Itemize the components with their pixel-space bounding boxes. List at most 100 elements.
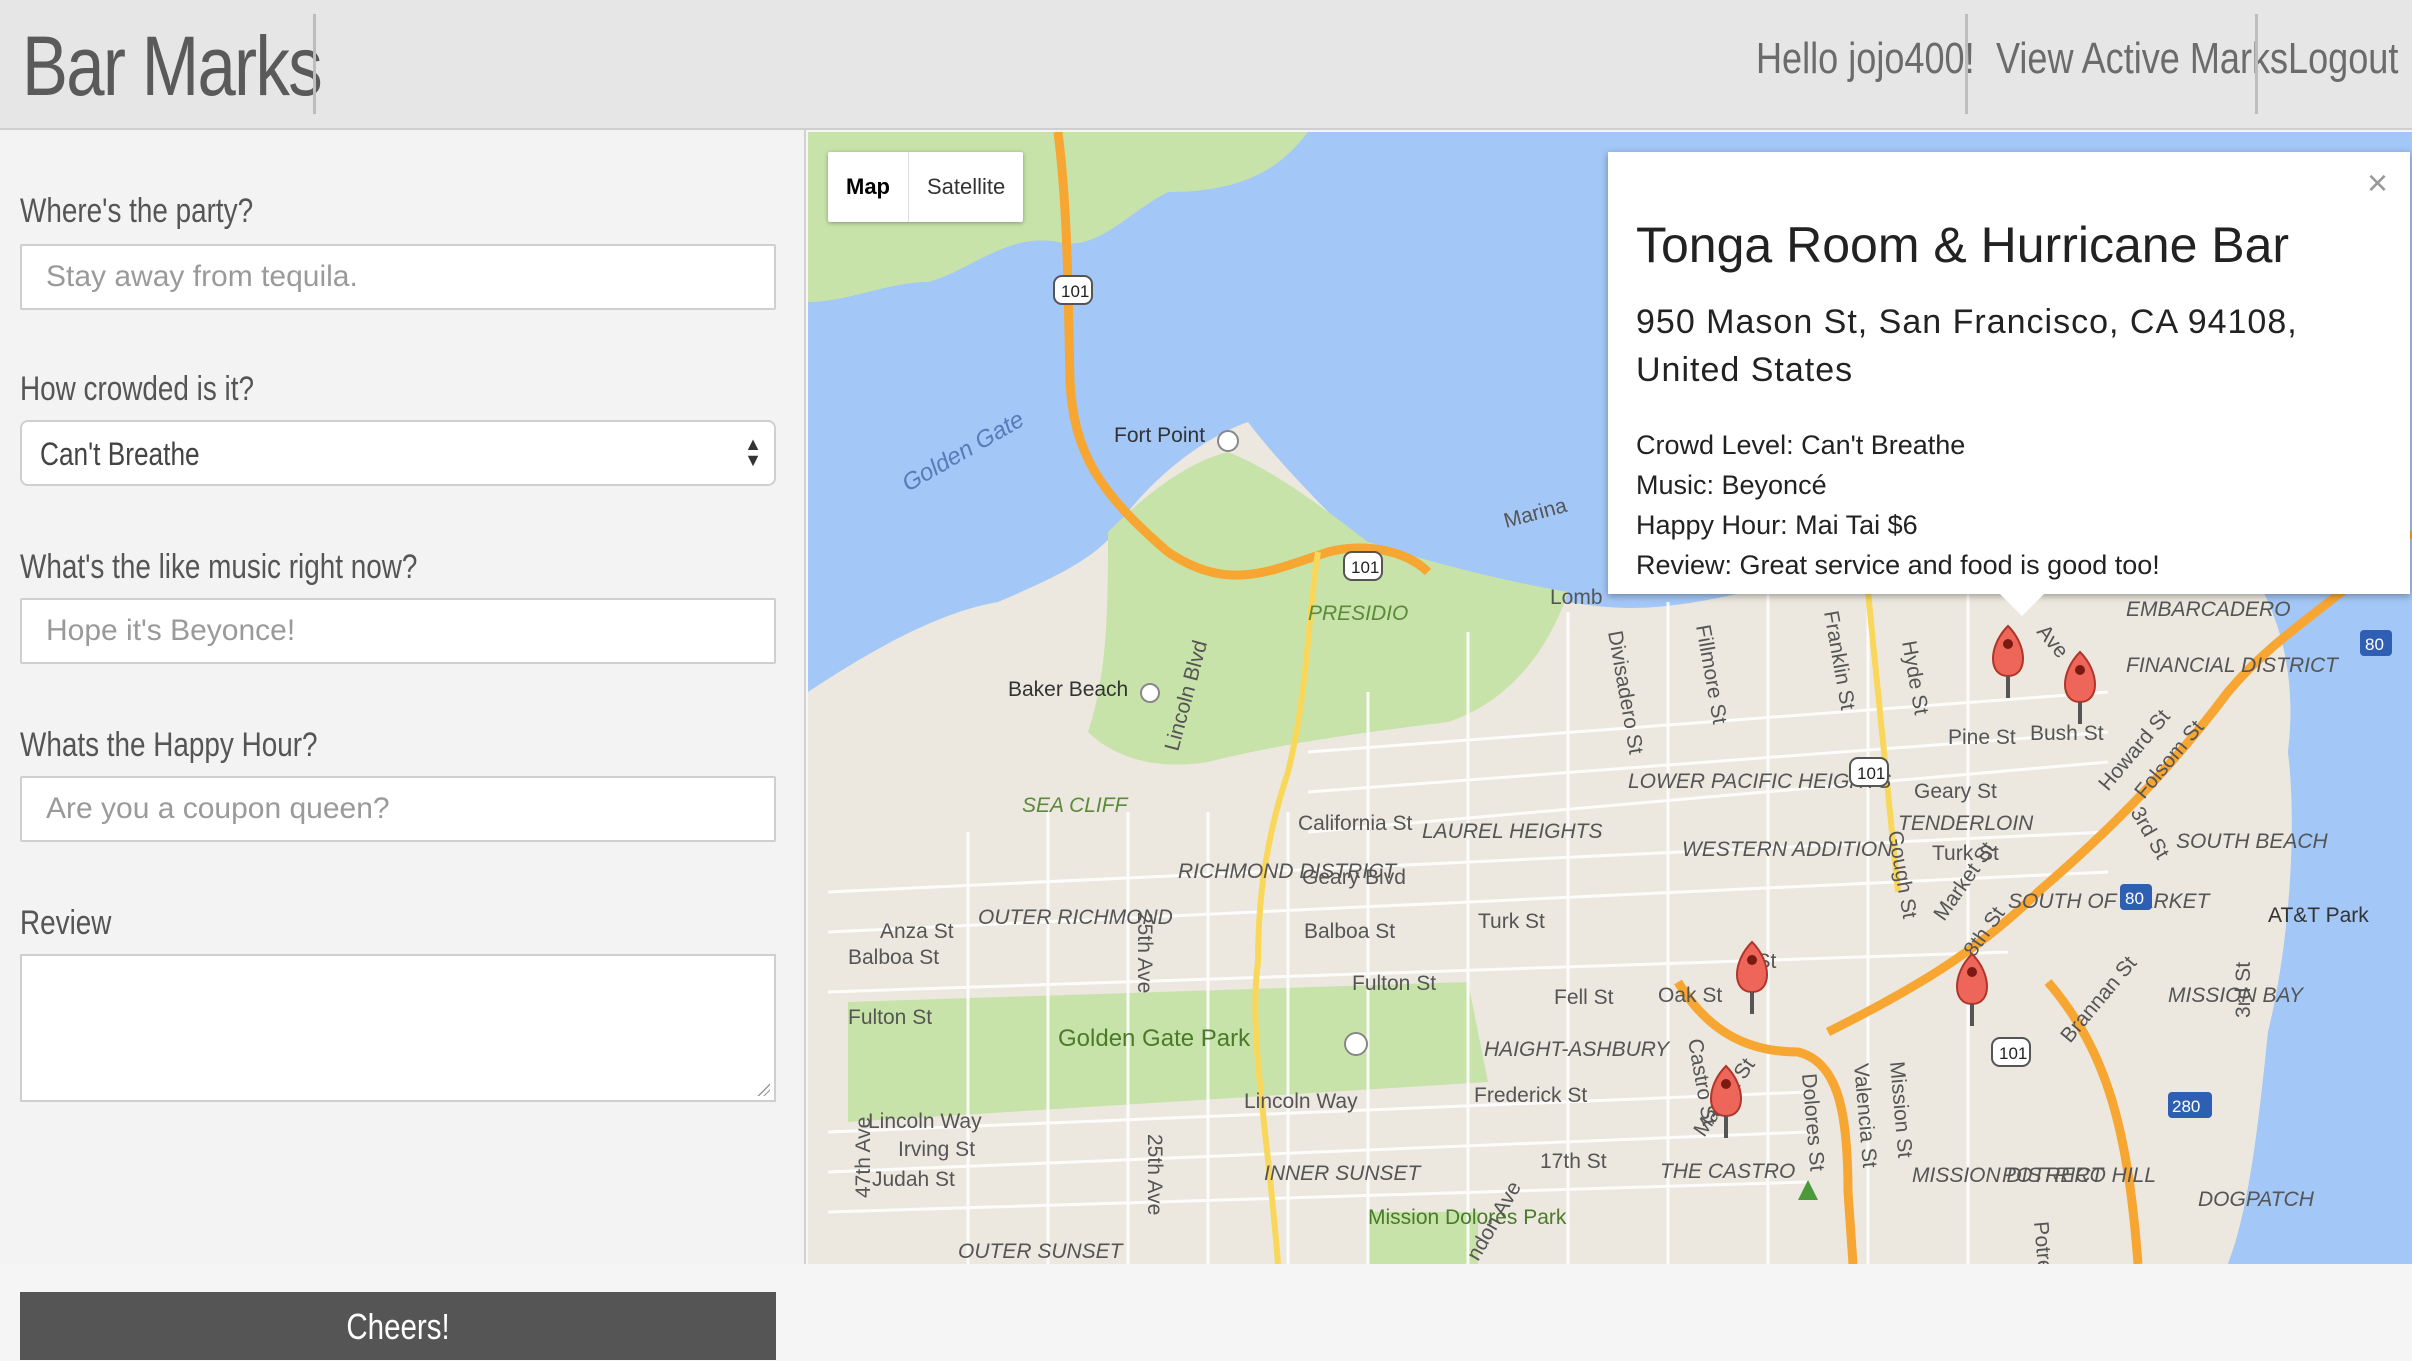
brand-divider	[313, 14, 316, 114]
shield-80-bridge: 80	[2360, 630, 2392, 656]
label-anza-st: Anza St	[880, 920, 954, 943]
resize-grip-icon[interactable]	[756, 1082, 770, 1096]
shield-101-city: 101	[1849, 757, 1889, 787]
label-south-beach: SOUTH BEACH	[2176, 830, 2329, 853]
label-fulton-st-west: Fulton St	[848, 1006, 932, 1029]
party-input[interactable]	[20, 244, 776, 310]
happy-hour-input[interactable]	[20, 776, 776, 842]
mark-form-sidebar: Where's the party? How crowded is it? Ca…	[0, 130, 806, 1360]
label-the-castro: THE CASTRO	[1660, 1160, 1795, 1183]
label-mission-dolores-park: Mission Dolores Park	[1368, 1206, 1567, 1229]
info-window-pointer	[2000, 594, 2044, 616]
label-haight-ashbury: HAIGHT-ASHBURY	[1484, 1038, 1671, 1061]
label-turk-st: Turk St	[1478, 910, 1545, 933]
info-crowd-level: Crowd Level: Can't Breathe	[1636, 430, 1966, 460]
view-active-marks-link[interactable]: View Active Marks	[1996, 34, 2288, 84]
shield-80-label: 80	[2125, 889, 2144, 908]
nav-divider	[2255, 14, 2258, 114]
label-judah-st: Judah St	[872, 1168, 955, 1191]
baker-beach-icon	[1140, 683, 1160, 703]
info-address: 950 Mason St, San Francisco, CA 94108, U…	[1636, 303, 2298, 389]
label-golden-gate: Golden Gate	[898, 406, 1029, 497]
map-type-control: Map Satellite	[828, 152, 1024, 222]
shield-80-label: 80	[2365, 635, 2384, 654]
label-25th-ave: 25th Ave	[1133, 912, 1156, 993]
label-laurel-heights: LAUREL HEIGHTS	[1422, 820, 1603, 843]
label-potrero: Potre	[2029, 1220, 2056, 1264]
info-music: Music: Beyoncé	[1636, 470, 1827, 500]
label-17th-st: 17th St	[1540, 1150, 1607, 1173]
label-fell-st: Fell St	[1554, 986, 1614, 1009]
label-baker-beach: Baker Beach	[1008, 678, 1128, 701]
label-presidio: PRESIDIO	[1308, 602, 1408, 625]
fort-point-icon	[1217, 430, 1239, 452]
label-fort-point: Fort Point	[1114, 424, 1205, 447]
label-inner-sunset: INNER SUNSET	[1264, 1162, 1423, 1185]
navbar: Bar Marks Hello jojo400! View Active Mar…	[0, 0, 2412, 130]
info-review: Review: Great service and food is good t…	[1636, 550, 2160, 580]
label-marina: Marina	[1501, 494, 1569, 533]
label-lombard: Lomb	[1550, 586, 1603, 609]
info-title: Tonga Room & Hurricane Bar	[1636, 217, 2290, 273]
info-happy-hour: Happy Hour: Mai Tai $6	[1636, 510, 1918, 540]
nav-divider	[1965, 14, 1968, 114]
shield-101-label: 101	[1061, 282, 1089, 301]
label-western-addition: WESTERN ADDITION	[1682, 838, 1893, 861]
music-input[interactable]	[20, 598, 776, 664]
user-greeting: Hello jojo400!	[1756, 34, 1975, 83]
label-frederick-st: Frederick St	[1474, 1084, 1587, 1107]
marker-info-window: × Tonga Room & Hurricane Bar 950 Mason S…	[1608, 152, 2410, 616]
cheers-label: Cheers!	[346, 1306, 450, 1347]
shield-101-north: 101	[1053, 275, 1093, 305]
party-label: Where's the party?	[20, 192, 254, 230]
map-type-map-button[interactable]: Map	[828, 152, 909, 222]
shield-80-west: 80	[2120, 884, 2152, 910]
select-arrows-icon: ▲ ▼	[744, 434, 762, 470]
label-potrero-hill: POTRERO HILL	[2002, 1164, 2156, 1187]
brand-logo[interactable]: Bar Marks	[22, 18, 323, 115]
label-lincoln-way: Lincoln Way	[1244, 1090, 1358, 1113]
shield-101-label: 101	[1351, 558, 1379, 577]
label-pine-st: Pine St	[1948, 726, 2016, 749]
label-california-st: California St	[1298, 812, 1413, 835]
label-sea-cliff: SEA CLIFF	[1022, 794, 1129, 817]
label-att-park: AT&T Park	[2268, 904, 2369, 927]
music-label: What's the like music right now?	[20, 548, 418, 586]
shield-101-south: 101	[1991, 1037, 2031, 1067]
label-irving-st: Irving St	[898, 1138, 975, 1161]
park-poi-icon	[1344, 1032, 1368, 1056]
map-type-satellite-button[interactable]: Satellite	[909, 152, 1023, 222]
label-dogpatch: DOGPATCH	[2198, 1188, 2315, 1211]
crowd-label: How crowded is it?	[20, 370, 254, 408]
label-outer-sunset: OUTER SUNSET	[958, 1240, 1125, 1263]
close-icon[interactable]: ×	[2367, 162, 2388, 204]
logout-link[interactable]: Logout	[2288, 34, 2398, 84]
shield-280: 280	[2168, 1092, 2212, 1118]
shield-101-presidio: 101	[1343, 551, 1383, 581]
crowd-select[interactable]: Can't Breathe ▲ ▼	[20, 420, 776, 486]
label-47th-ave: 47th Ave	[852, 1117, 875, 1198]
label-geary-blvd: Geary Blvd	[1302, 866, 1406, 889]
shield-101-label: 101	[1999, 1044, 2027, 1063]
label-3rd-st-south: 3rd St	[2232, 962, 2255, 1018]
cheers-submit-button[interactable]: Cheers!	[20, 1292, 776, 1360]
label-balboa-st: Balboa St	[1304, 920, 1395, 943]
label-geary-st: Geary St	[1914, 780, 1997, 803]
label-fulton-st: Fulton St	[1352, 972, 1436, 995]
label-balboa-st-west: Balboa St	[848, 946, 939, 969]
label-embarcadero: EMBARCADERO	[2126, 598, 2291, 621]
map-view[interactable]: Golden Gate Fort Point PRESIDIO Baker Be…	[808, 132, 2412, 1264]
shield-101-label: 101	[1857, 764, 1885, 783]
happy-hour-label: Whats the Happy Hour?	[20, 726, 318, 764]
label-golden-gate-park: Golden Gate Park	[1058, 1025, 1251, 1052]
label-25th-ave-south: 25th Ave	[1143, 1134, 1166, 1215]
label-lincoln-way-west: Lincoln Way	[868, 1110, 982, 1133]
review-textarea[interactable]	[20, 954, 776, 1102]
label-financial-district: FINANCIAL DISTRICT	[2126, 654, 2340, 677]
label-south-of-market: SOUTH OF MARKET	[2008, 890, 2212, 913]
label-bush-st: Bush St	[2030, 722, 2104, 745]
shield-280-label: 280	[2172, 1097, 2200, 1116]
crowd-select-value: Can't Breathe	[40, 436, 200, 472]
review-label: Review	[20, 904, 112, 942]
label-tenderloin: TENDERLOIN	[1898, 812, 2034, 835]
